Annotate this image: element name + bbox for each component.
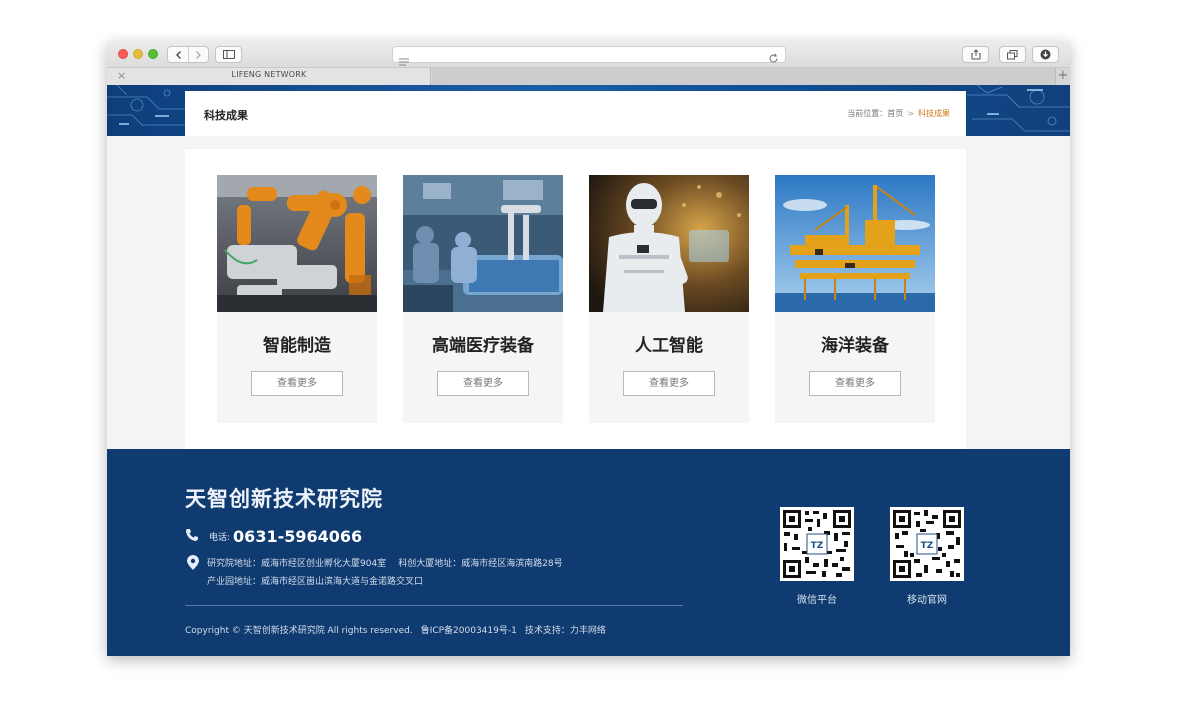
- share-button[interactable]: [962, 46, 989, 63]
- copyright-text: Copyright © 天智创新技术研究院 All rights reserve…: [185, 626, 413, 636]
- nav-buttons: [167, 46, 209, 63]
- offshore-platform-image[interactable]: [775, 175, 935, 312]
- sidebar-icon: [222, 50, 235, 59]
- view-more-button[interactable]: 查看更多: [437, 371, 529, 396]
- browser-toolbar: [107, 41, 1070, 68]
- card-title: 海洋装备: [821, 336, 889, 356]
- wechat-platform-label: 微信平台: [797, 595, 837, 606]
- industrial-robot-image[interactable]: [217, 175, 377, 312]
- tab-empty-area: [432, 68, 1055, 85]
- forward-icon[interactable]: [193, 50, 203, 60]
- address-industrial-park: 产业园地址：威海市经区崮山滨海大道与金诺路交叉口: [207, 577, 424, 587]
- org-name: 天智创新技术研究院: [185, 487, 383, 511]
- card-artificial-intelligence[interactable]: 人工智能 查看更多: [589, 175, 749, 423]
- tab-active[interactable]: × LIFENG NETWORK: [107, 68, 431, 85]
- reload-icon[interactable]: [768, 49, 779, 68]
- breadcrumb-bar: 科技成果 当前位置：首页 > 科技成果: [185, 91, 966, 136]
- mobile-site-label: 移动官网: [907, 595, 947, 606]
- mobile-site-qr-code: TZ: [890, 507, 964, 581]
- qr-logo-text: TZ: [811, 541, 824, 551]
- tabs-overview-icon: [1007, 49, 1018, 60]
- back-icon[interactable]: [174, 50, 184, 60]
- achievements-grid: 智能制造 查看更多 高端医疗装备 查看更多 人工智能 查看更多 海洋装备 查看更…: [185, 149, 966, 449]
- downloads-button[interactable]: [1032, 46, 1059, 63]
- qr-logo-text: TZ: [921, 541, 934, 551]
- sidebar-toggle-button[interactable]: [215, 46, 242, 63]
- breadcrumb-home-link[interactable]: 首页: [887, 109, 903, 118]
- breadcrumb: 当前位置：首页 > 科技成果: [847, 108, 950, 119]
- zoom-window-button[interactable]: [148, 49, 158, 59]
- share-icon: [971, 49, 981, 60]
- card-title: 人工智能: [635, 336, 703, 356]
- web-page: 科技成果 当前位置：首页 > 科技成果 智能制造 查看更多 高端医疗装备 查看更…: [107, 85, 1070, 656]
- phone-row: 电话: 0631-5964066: [185, 527, 362, 546]
- card-smart-manufacturing[interactable]: 智能制造 查看更多: [217, 175, 377, 423]
- surgical-robot-image[interactable]: [403, 175, 563, 312]
- tab-title: LIFENG NETWORK: [231, 70, 307, 79]
- card-marine-equipment[interactable]: 海洋装备 查看更多: [775, 175, 935, 423]
- address-text: 研究院地址：威海市经区创业孵化大厦904室 科创大厦地址：威海市经区海滨南路28号…: [207, 555, 563, 591]
- address-row: 研究院地址：威海市经区创业孵化大厦904室 科创大厦地址：威海市经区海滨南路28号…: [187, 555, 563, 591]
- page-title: 科技成果: [204, 109, 248, 122]
- view-more-button[interactable]: 查看更多: [809, 371, 901, 396]
- footer-divider: [185, 605, 683, 606]
- download-icon: [1040, 49, 1051, 60]
- phone-label: 电话:: [209, 533, 231, 543]
- tech-support-link[interactable]: 技术支持：力丰网络: [525, 626, 606, 636]
- breadcrumb-current: 科技成果: [918, 109, 950, 118]
- address-innovation-building: 科创大厦地址：威海市经区海滨南路28号: [398, 559, 563, 569]
- minimize-window-button[interactable]: [133, 49, 143, 59]
- view-more-button[interactable]: 查看更多: [251, 371, 343, 396]
- close-window-button[interactable]: [118, 49, 128, 59]
- breadcrumb-separator: >: [907, 109, 914, 118]
- copyright-line: Copyright © 天智创新技术研究院 All rights reserve…: [185, 623, 606, 636]
- view-more-button[interactable]: 查看更多: [623, 371, 715, 396]
- icp-link[interactable]: 鲁ICP备20003419号-1: [421, 626, 517, 636]
- humanoid-robot-image[interactable]: [589, 175, 749, 312]
- phone-icon: [185, 527, 199, 546]
- breadcrumb-prefix: 当前位置：: [847, 109, 888, 118]
- browser-window: × LIFENG NETWORK + 科技成果 当前位置：首页 > 科技成果 智…: [107, 41, 1070, 656]
- phone-number[interactable]: 0631-5964066: [233, 527, 362, 546]
- card-medical-equipment[interactable]: 高端医疗装备 查看更多: [403, 175, 563, 423]
- tab-bar: × LIFENG NETWORK +: [107, 68, 1070, 85]
- card-title: 高端医疗装备: [432, 336, 534, 356]
- address-research-institute: 研究院地址：威海市经区创业孵化大厦904室: [207, 559, 387, 569]
- wechat-qr-code: TZ: [780, 507, 854, 581]
- new-tab-icon[interactable]: +: [1055, 68, 1070, 85]
- site-footer: 天智创新技术研究院 电话: 0631-5964066 研究院地址：威海市经区创业…: [107, 449, 1070, 656]
- card-title: 智能制造: [263, 336, 331, 356]
- show-tabs-button[interactable]: [999, 46, 1026, 63]
- address-bar[interactable]: [392, 46, 786, 66]
- location-pin-icon: [187, 555, 199, 591]
